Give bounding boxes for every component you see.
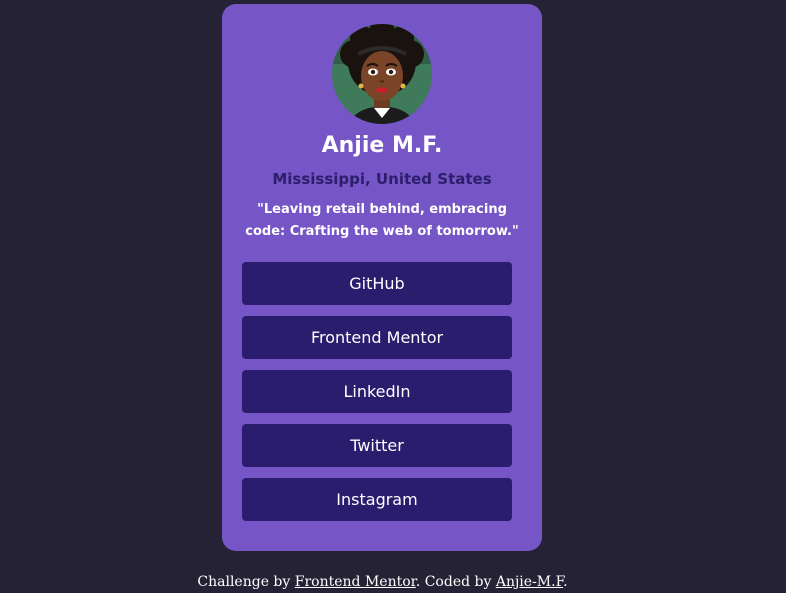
profile-name: Anjie M.F.	[321, 133, 443, 158]
list-item: Frontend Mentor	[242, 316, 512, 359]
profile-bio: "Leaving retail behind, embracing code: …	[245, 202, 519, 239]
attribution-middle: . Coded by	[415, 574, 496, 590]
avatar	[332, 24, 432, 124]
instagram-link-button[interactable]: Instagram	[242, 478, 512, 521]
social-links-list: GitHub Frontend Mentor LinkedIn Twitter …	[242, 262, 512, 532]
attribution-suffix: .	[563, 574, 568, 590]
avatar-illustration-icon	[332, 24, 432, 124]
list-item: GitHub	[242, 262, 512, 305]
list-item: Twitter	[242, 424, 512, 467]
profile-location: Mississippi, United States	[272, 170, 492, 188]
linkedin-link-button[interactable]: LinkedIn	[242, 370, 512, 413]
list-item: Instagram	[242, 478, 512, 521]
author-link[interactable]: Anjie-M.F	[496, 574, 563, 590]
profile-card: Anjie M.F. Mississippi, United States "L…	[222, 4, 542, 551]
frontend-mentor-link-button[interactable]: Frontend Mentor	[242, 316, 512, 359]
list-item: LinkedIn	[242, 370, 512, 413]
attribution-prefix: Challenge by	[197, 574, 295, 590]
challenge-link[interactable]: Frontend Mentor	[295, 574, 416, 590]
attribution-footer: Challenge by Frontend Mentor. Coded by A…	[0, 572, 765, 592]
github-link-button[interactable]: GitHub	[242, 262, 512, 305]
twitter-link-button[interactable]: Twitter	[242, 424, 512, 467]
